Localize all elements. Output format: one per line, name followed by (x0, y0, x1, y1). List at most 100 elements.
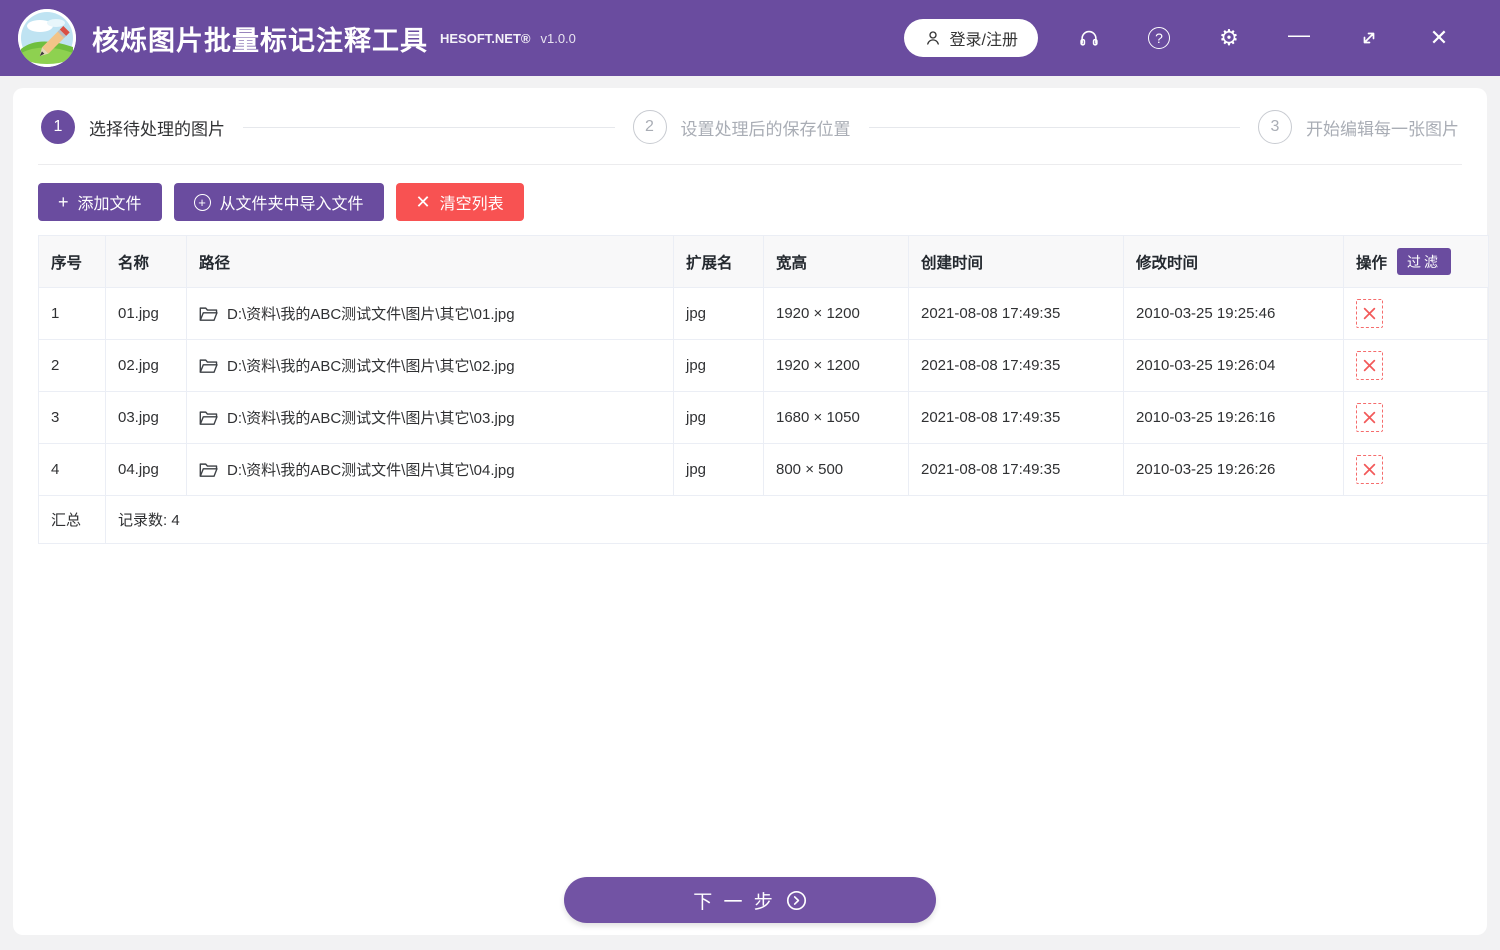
cell-size: 1920 × 1200 (764, 340, 909, 392)
file-table: 序号 名称 路径 扩展名 宽高 创建时间 修改时间 操作 过滤 (38, 235, 1489, 544)
cell-name: 02.jpg (106, 340, 187, 392)
cell-created: 2021-08-08 17:49:35 (909, 392, 1124, 444)
help-icon[interactable]: ? (1124, 18, 1194, 58)
delete-x-icon (1363, 307, 1376, 320)
path-text: D:\资料\我的ABC测试文件\图片\其它\04.jpg (227, 459, 515, 480)
cell-modified: 2010-03-25 19:26:04 (1124, 340, 1344, 392)
cell-created: 2021-08-08 17:49:35 (909, 340, 1124, 392)
summary-label: 汇总 (39, 496, 106, 544)
table-row: 202.jpg D:\资料\我的ABC测试文件\图片\其它\02.jpg jpg19… (39, 340, 1489, 392)
import-folder-button[interactable]: + 从文件夹中导入文件 (174, 183, 384, 221)
step-3: 3 开始编辑每一张图片 (1258, 110, 1459, 144)
folder-open-icon (199, 410, 218, 426)
delete-row-button[interactable] (1356, 403, 1383, 432)
table-body: 101.jpgD:\资料\我的ABC测试文件\图片\其它\01.jpgjpg19… (39, 288, 1489, 496)
cell-path: D:\资料\我的ABC测试文件\图片\其它\02.jpg (187, 340, 674, 392)
login-label: 登录/注册 (950, 26, 1018, 50)
plus-icon: + (58, 192, 69, 213)
summary-value: 记录数: 4 (106, 496, 1489, 544)
step-3-number: 3 (1258, 110, 1292, 144)
cell-size: 800 × 500 (764, 444, 909, 496)
step-2: 2 设置处理后的保存位置 (633, 110, 851, 144)
path-text: D:\资料\我的ABC测试文件\图片\其它\02.jpg (227, 355, 515, 376)
delete-x-icon (1363, 463, 1376, 476)
cell-ext: jpg (674, 340, 764, 392)
col-created: 创建时间 (909, 236, 1124, 288)
table-header-row: 序号 名称 路径 扩展名 宽高 创建时间 修改时间 操作 过滤 (39, 236, 1489, 288)
cell-path: D:\资料\我的ABC测试文件\图片\其它\03.jpg (187, 392, 674, 444)
step-3-label: 开始编辑每一张图片 (1306, 115, 1459, 140)
cell-index: 1 (39, 288, 106, 340)
delete-row-button[interactable] (1356, 351, 1383, 380)
cell-path: D:\资料\我的ABC测试文件\图片\其它\01.jpg (187, 288, 674, 340)
summary-row: 汇总 记录数: 4 (39, 496, 1489, 544)
settings-icon[interactable]: ⚙ (1194, 18, 1264, 58)
delete-x-icon (1363, 359, 1376, 372)
cell-action (1344, 340, 1489, 392)
cell-ext: jpg (674, 392, 764, 444)
step-connector (869, 127, 1241, 128)
app-logo-icon (18, 9, 76, 67)
path-text: D:\资料\我的ABC测试文件\图片\其它\01.jpg (227, 303, 515, 324)
step-1: 1 选择待处理的图片 (41, 110, 225, 144)
version-text: v1.0.0 (540, 31, 575, 46)
cell-size: 1680 × 1050 (764, 392, 909, 444)
cell-action (1344, 444, 1489, 496)
col-ext: 扩展名 (674, 236, 764, 288)
step-1-number: 1 (41, 110, 75, 144)
cell-action (1344, 392, 1489, 444)
cell-modified: 2010-03-25 19:26:26 (1124, 444, 1344, 496)
cell-modified: 2010-03-25 19:25:46 (1124, 288, 1344, 340)
clear-x-icon: ✕ (416, 192, 431, 213)
delete-row-button[interactable] (1356, 455, 1383, 484)
delete-x-icon (1363, 411, 1376, 424)
cell-modified: 2010-03-25 19:26:16 (1124, 392, 1344, 444)
title-bar: 核烁图片批量标记注释工具 HESOFT.NET® v1.0.0 登录/注册 ? … (0, 0, 1500, 76)
cell-size: 1920 × 1200 (764, 288, 909, 340)
cell-index: 4 (39, 444, 106, 496)
cell-name: 03.jpg (106, 392, 187, 444)
cell-index: 2 (39, 340, 106, 392)
col-path: 路径 (187, 236, 674, 288)
path-text: D:\资料\我的ABC测试文件\图片\其它\03.jpg (227, 407, 515, 428)
minimize-icon[interactable]: — (1264, 18, 1334, 58)
step-1-label: 选择待处理的图片 (89, 115, 225, 140)
next-step-button[interactable]: 下 一 步 (564, 877, 936, 923)
headset-icon[interactable] (1054, 18, 1124, 58)
col-index: 序号 (39, 236, 106, 288)
step-connector (243, 127, 615, 128)
app-title: 核烁图片批量标记注释工具 (92, 19, 428, 58)
user-icon (924, 29, 942, 47)
clear-list-button[interactable]: ✕ 清空列表 (396, 183, 524, 221)
page-background: 1 选择待处理的图片 2 设置处理后的保存位置 3 开始编辑每一张图片 + 添加… (0, 76, 1500, 950)
circle-plus-icon: + (194, 194, 211, 211)
cell-created: 2021-08-08 17:49:35 (909, 288, 1124, 340)
cell-ext: jpg (674, 288, 764, 340)
maximize-icon[interactable] (1334, 18, 1404, 58)
file-table-wrap: 序号 名称 路径 扩展名 宽高 创建时间 修改时间 操作 过滤 (25, 235, 1475, 544)
col-modified: 修改时间 (1124, 236, 1344, 288)
cell-index: 3 (39, 392, 106, 444)
step-2-label: 设置处理后的保存位置 (681, 115, 851, 140)
brand-text: HESOFT.NET® (440, 31, 530, 46)
table-row: 303.jpg D:\资料\我的ABC测试文件\图片\其它\03.jpg jpg16… (39, 392, 1489, 444)
folder-open-icon (199, 462, 218, 478)
cell-name: 04.jpg (106, 444, 187, 496)
toolbar: + 添加文件 + 从文件夹中导入文件 ✕ 清空列表 (25, 165, 1475, 235)
footer: 下 一 步 (25, 877, 1475, 935)
close-icon[interactable]: ✕ (1404, 18, 1474, 58)
add-files-button[interactable]: + 添加文件 (38, 183, 162, 221)
filter-button[interactable]: 过滤 (1397, 248, 1451, 275)
col-size: 宽高 (764, 236, 909, 288)
titlebar-icons: ? ⚙ — ✕ (1054, 18, 1474, 58)
cell-action (1344, 288, 1489, 340)
folder-open-icon (199, 358, 218, 374)
col-action: 操作 过滤 (1344, 236, 1489, 288)
login-button[interactable]: 登录/注册 (904, 19, 1038, 57)
cell-name: 01.jpg (106, 288, 187, 340)
main-card: 1 选择待处理的图片 2 设置处理后的保存位置 3 开始编辑每一张图片 + 添加… (13, 88, 1487, 935)
cell-ext: jpg (674, 444, 764, 496)
delete-row-button[interactable] (1356, 299, 1383, 328)
step-indicator: 1 选择待处理的图片 2 设置处理后的保存位置 3 开始编辑每一张图片 (25, 88, 1475, 164)
arrow-right-circle-icon (786, 890, 807, 911)
